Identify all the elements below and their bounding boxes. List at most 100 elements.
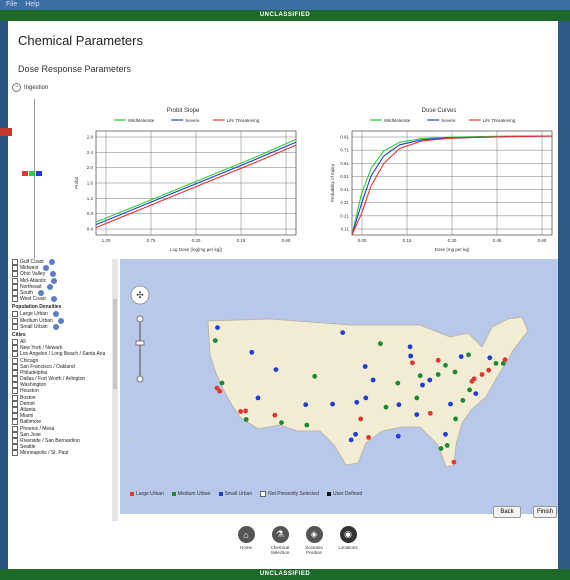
checkbox[interactable]: [12, 265, 18, 272]
info-icon[interactable]: [38, 290, 45, 297]
city-marker[interactable]: [479, 372, 485, 377]
city-marker[interactable]: [407, 344, 413, 350]
city-marker[interactable]: [362, 364, 368, 369]
city-marker[interactable]: [212, 338, 218, 343]
city-filter[interactable]: Los Angeles / Long Beach / Santa Ana: [12, 351, 120, 358]
city-marker[interactable]: [467, 387, 472, 393]
city-marker[interactable]: [448, 401, 453, 407]
city-marker[interactable]: [383, 404, 389, 410]
city-marker[interactable]: [420, 382, 425, 388]
city-marker[interactable]: [219, 380, 225, 386]
city-marker[interactable]: [471, 376, 477, 382]
checkbox[interactable]: [12, 369, 18, 376]
city-marker[interactable]: [443, 431, 448, 437]
city-marker[interactable]: [486, 367, 492, 373]
city-marker[interactable]: [427, 377, 433, 383]
info-icon[interactable]: [52, 323, 59, 330]
menu-help[interactable]: Help: [25, 1, 39, 8]
checkbox[interactable]: [12, 376, 18, 383]
checkbox[interactable]: [12, 259, 18, 266]
checkbox[interactable]: [12, 357, 18, 364]
checkbox[interactable]: [12, 323, 18, 330]
ingestion-toggle[interactable]: − Ingestion: [12, 83, 48, 92]
city-marker[interactable]: [395, 380, 401, 386]
checkbox[interactable]: [12, 431, 18, 438]
city-marker[interactable]: [493, 361, 499, 366]
checkbox[interactable]: [12, 444, 18, 451]
city-marker[interactable]: [414, 395, 420, 401]
info-icon[interactable]: [52, 311, 59, 318]
checkbox[interactable]: [12, 413, 18, 420]
city-marker[interactable]: [217, 388, 223, 394]
city-marker[interactable]: [378, 341, 383, 347]
nav-scenario-position[interactable]: ◈ Scenario Position: [302, 526, 326, 555]
city-marker[interactable]: [435, 372, 441, 377]
vertical-slider-track[interactable]: [34, 99, 35, 259]
zoom-in-icon[interactable]: [136, 315, 144, 323]
checkbox[interactable]: [12, 419, 18, 426]
city-marker[interactable]: [238, 409, 243, 414]
city-marker[interactable]: [438, 446, 444, 451]
map-view[interactable]: ✣: [120, 259, 558, 514]
zoom-out-icon[interactable]: [136, 375, 144, 383]
back-button[interactable]: Back: [493, 506, 521, 518]
info-icon[interactable]: [57, 317, 64, 324]
checkbox[interactable]: [12, 437, 18, 444]
checkbox[interactable]: [12, 400, 18, 407]
city-marker[interactable]: [408, 353, 414, 359]
checkbox[interactable]: [12, 317, 18, 324]
city-marker[interactable]: [444, 443, 450, 448]
menu-file[interactable]: File: [6, 1, 17, 8]
city-marker[interactable]: [272, 412, 278, 418]
city-marker[interactable]: [453, 416, 458, 422]
city-marker[interactable]: [500, 361, 506, 366]
us-map[interactable]: ✣: [120, 259, 558, 514]
city-marker[interactable]: [366, 435, 371, 440]
city-marker[interactable]: [370, 377, 376, 383]
city-marker[interactable]: [330, 401, 335, 407]
checkbox[interactable]: [12, 407, 18, 414]
city-marker[interactable]: [435, 357, 441, 363]
city-marker[interactable]: [353, 431, 358, 437]
info-icon[interactable]: [43, 265, 50, 272]
city-marker[interactable]: [348, 437, 354, 443]
checkbox[interactable]: [12, 388, 18, 395]
nav-chemical-selection[interactable]: ⚗ Chemical Selection: [268, 526, 292, 555]
city-marker[interactable]: [312, 373, 318, 379]
info-icon[interactable]: [48, 259, 55, 266]
density-filter[interactable]: Small Urban: [12, 323, 120, 330]
info-icon[interactable]: [50, 296, 57, 303]
scroll-thumb[interactable]: [113, 299, 117, 389]
city-marker[interactable]: [279, 420, 284, 425]
city-marker[interactable]: [451, 459, 457, 465]
nav-locations[interactable]: ◉ Locations: [336, 526, 360, 555]
checkbox[interactable]: [12, 382, 18, 389]
checkbox[interactable]: [12, 394, 18, 401]
city-marker[interactable]: [458, 354, 464, 359]
city-marker[interactable]: [354, 399, 360, 405]
city-marker[interactable]: [443, 362, 448, 368]
filter-scrollbar[interactable]: [112, 259, 118, 521]
checkbox[interactable]: [12, 296, 18, 303]
city-marker[interactable]: [417, 373, 423, 379]
checkbox[interactable]: [12, 271, 18, 278]
info-icon[interactable]: [51, 277, 58, 284]
city-marker[interactable]: [273, 367, 279, 372]
city-marker[interactable]: [249, 349, 255, 355]
city-marker[interactable]: [487, 355, 493, 361]
city-marker[interactable]: [414, 412, 420, 417]
city-marker[interactable]: [255, 395, 261, 401]
checkbox[interactable]: [12, 277, 18, 284]
checkbox[interactable]: [12, 311, 18, 318]
city-marker[interactable]: [427, 410, 433, 416]
city-marker[interactable]: [410, 360, 415, 366]
city-marker[interactable]: [395, 433, 401, 439]
city-filter[interactable]: Minneapolis / St. Paul: [12, 450, 120, 457]
region-filter[interactable]: West Coast: [12, 296, 120, 303]
city-marker[interactable]: [215, 325, 220, 330]
city-marker[interactable]: [243, 408, 248, 414]
checkbox[interactable]: [12, 425, 18, 432]
pan-control[interactable]: ✣: [130, 285, 150, 305]
nav-home[interactable]: ⌂ Home: [234, 526, 258, 555]
city-marker[interactable]: [473, 391, 479, 396]
